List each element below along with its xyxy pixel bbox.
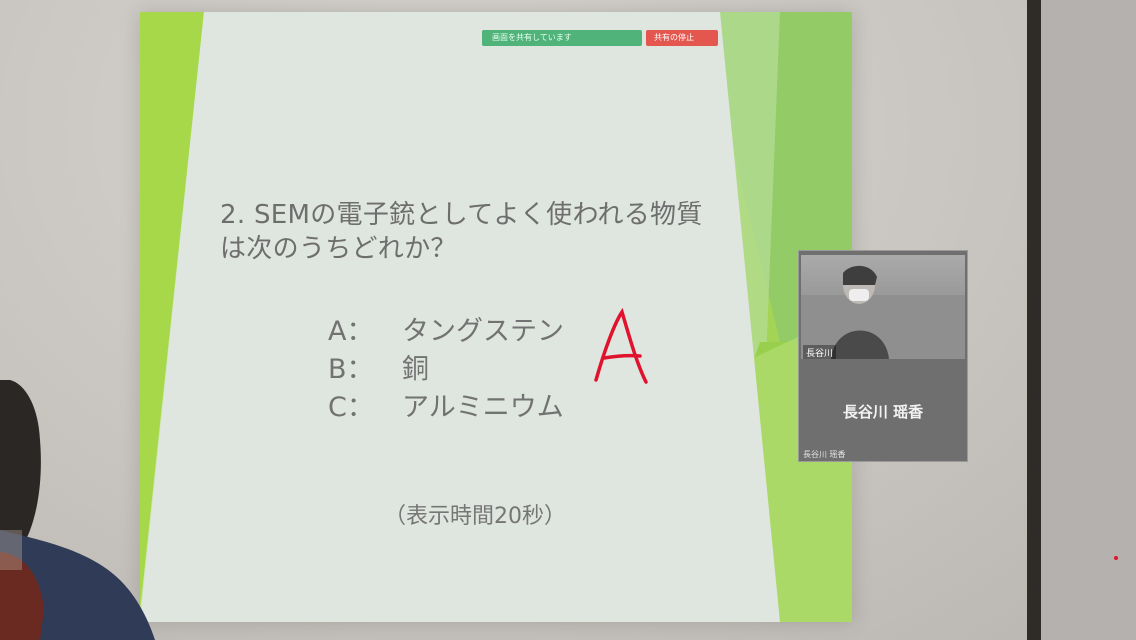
stop-share-button[interactable]: 共有の停止 xyxy=(646,30,718,46)
participant-video-feed: 長谷川 xyxy=(801,255,965,359)
laser-dot xyxy=(1114,556,1118,560)
stop-share-label: 共有の停止 xyxy=(654,33,694,42)
participant-name: 長谷川 瑶香 xyxy=(842,403,924,421)
audience-person xyxy=(0,380,155,640)
choice-text: アルミニウム xyxy=(402,392,564,423)
question-text: 2. SEMの電子銃としてよく使われる物質 は次のうちどれか？ xyxy=(220,198,760,266)
display-time-note: （表示時間20秒） xyxy=(384,504,566,529)
participant-subtitle: 長谷川 瑶香 xyxy=(803,450,846,459)
handwritten-a-annotation xyxy=(594,307,648,384)
question-line-2: は次のうちどれか？ xyxy=(220,234,457,264)
projected-slide: 画面を共有しています 共有の停止 2. SEMの電子銃としてよく使われる物質 は… xyxy=(140,12,852,622)
person-silhouette xyxy=(801,265,965,359)
question-line-1: 2. SEMの電子銃としてよく使われる物質 xyxy=(220,200,703,230)
choice-c: C： アルミニウム xyxy=(328,390,564,426)
choice-letter: A： xyxy=(328,316,374,347)
choice-text: 銅 xyxy=(402,354,429,385)
choice-text: タングステン xyxy=(402,316,564,347)
video-tag: 長谷川 xyxy=(803,345,837,359)
choice-letter: B： xyxy=(328,354,374,385)
sharing-indicator[interactable]: 画面を共有しています xyxy=(482,30,642,46)
participant-video-tile[interactable]: 長谷川 長谷川 瑶香 長谷川 瑶香 xyxy=(798,250,968,462)
sharing-label: 画面を共有しています xyxy=(492,33,572,42)
choice-a: A： タングステン xyxy=(328,314,564,350)
wall-edge xyxy=(1027,0,1041,640)
wall-right xyxy=(1041,0,1136,640)
choice-b: B： 銅 xyxy=(328,352,429,388)
choice-letter: C： xyxy=(328,392,374,423)
